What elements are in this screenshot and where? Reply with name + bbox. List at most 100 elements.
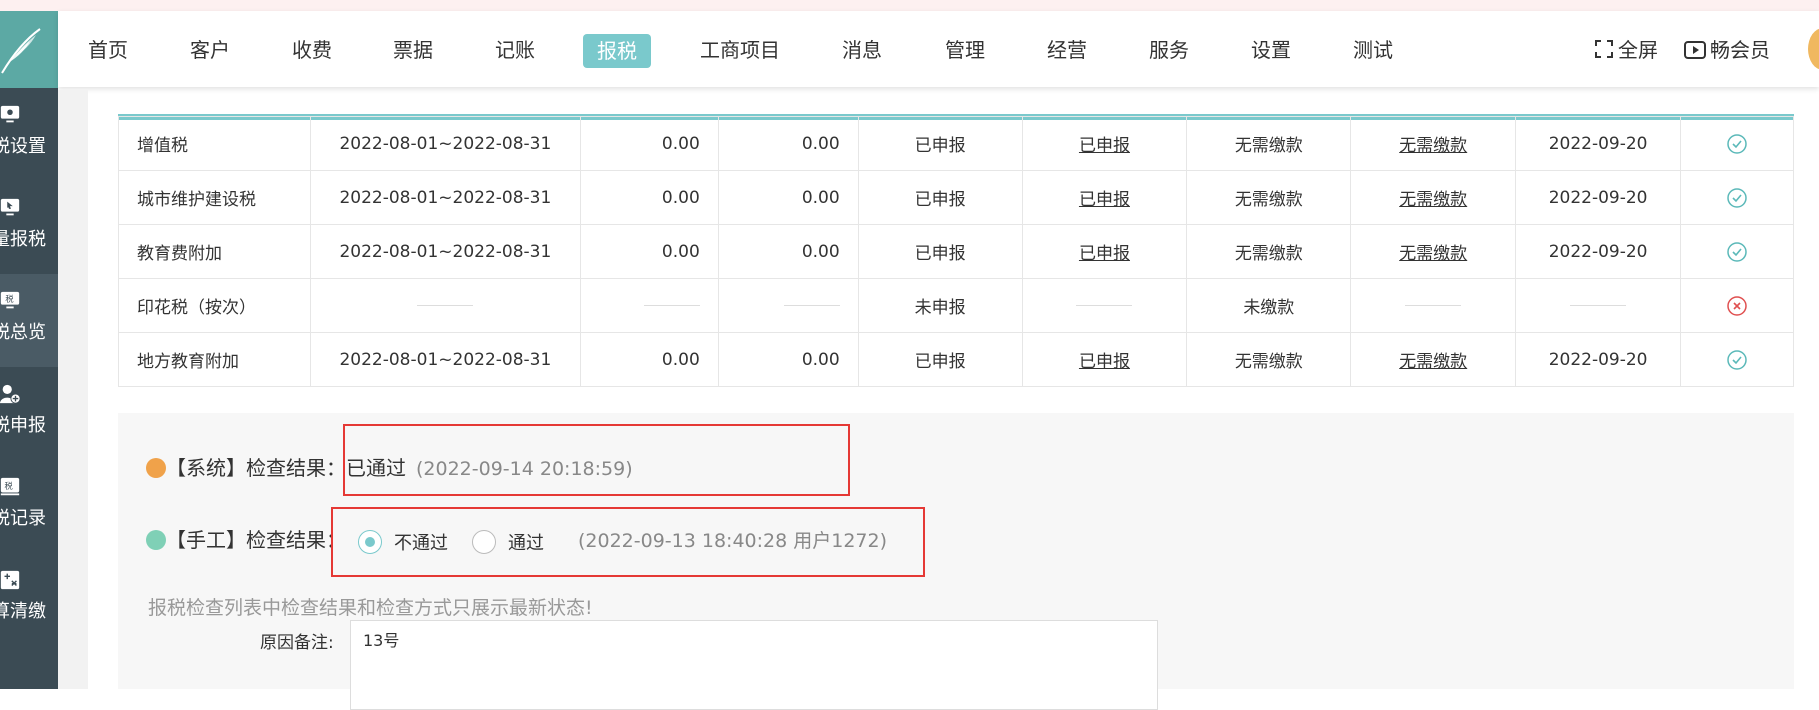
cell-declare_link	[1021, 278, 1188, 333]
declare-text: 已申报	[914, 190, 966, 210]
cell-name: 城市维护建设税	[118, 170, 311, 225]
logo[interactable]	[0, 11, 58, 88]
cell-declare: 已申报	[857, 224, 1023, 279]
nav-item-6[interactable]: 工商项目	[700, 37, 780, 63]
avatar[interactable]	[1808, 28, 1819, 70]
user-add-icon	[0, 384, 21, 404]
period-text: 2022-08-01~2022-08-31	[339, 349, 552, 370]
cell-declare: 已申报	[857, 332, 1023, 387]
cell-period: 2022-08-01~2022-08-31	[309, 170, 581, 225]
cell-period: 2022-08-01~2022-08-31	[309, 224, 581, 279]
sidebar-item-4[interactable]: 税税记录	[0, 460, 58, 553]
sidebar-item-2[interactable]: 税税总览	[0, 274, 58, 367]
highlight-box-system	[343, 424, 850, 496]
pay-text: 无需缴款	[1234, 244, 1303, 264]
top-navigation: 首页 客户 收费 票据 记账 报税 工商项目 消息 管理 经营 服务 设置 测试 全屏 畅会员	[58, 11, 1819, 87]
tax-monitor-icon: 税	[0, 291, 20, 309]
name-text: 城市维护建设税	[137, 190, 256, 210]
empty-dash	[783, 305, 840, 306]
content-left-gutter	[58, 90, 88, 689]
video-play-icon	[1684, 39, 1706, 65]
tax-table: 增值税 2022-08-01~2022-08-31 0.00 0.00 已申报 已申报 无需…	[118, 116, 1794, 387]
pay-text: 无需缴款	[1234, 136, 1303, 156]
pay_link-text[interactable]: 无需缴款	[1399, 190, 1467, 210]
pay-text: 未缴款	[1243, 298, 1295, 318]
pay_link-text[interactable]: 无需缴款	[1399, 136, 1467, 156]
cell-amt2: 0.00	[717, 224, 859, 279]
pay_link-text[interactable]: 无需缴款	[1399, 352, 1467, 372]
cell-date: 2022-09-20	[1515, 116, 1682, 171]
sidebar-item-0[interactable]: 税设置	[0, 88, 58, 181]
gear-monitor-icon	[0, 105, 20, 123]
nav-item-2[interactable]: 收费	[292, 37, 332, 63]
cell-name: 地方教育附加	[118, 332, 311, 387]
table-row: 印花税（按次） 未申报 未缴款	[118, 278, 1794, 333]
cell-pay: 无需缴款	[1186, 170, 1352, 225]
cell-name: 印花税（按次）	[118, 278, 311, 333]
system-check-label: 【系统】检查结果：	[166, 456, 346, 480]
declare_link-text[interactable]: 已申报	[1079, 352, 1130, 372]
member-button[interactable]: 畅会员	[1684, 37, 1770, 65]
svg-text:税: 税	[5, 481, 13, 491]
sidebar-item-label: 算清缴	[0, 601, 46, 622]
nav-item-1[interactable]: 客户	[190, 37, 230, 63]
nav-item-11[interactable]: 设置	[1251, 37, 1291, 63]
empty-dash	[1076, 305, 1133, 306]
date-text: 2022-09-20	[1548, 133, 1648, 154]
declare_link-text[interactable]: 已申报	[1079, 136, 1130, 156]
nav-item-9[interactable]: 经营	[1047, 37, 1087, 63]
nav-item-8[interactable]: 管理	[945, 37, 985, 63]
cell-status	[1680, 332, 1794, 387]
member-label: 畅会员	[1710, 38, 1770, 62]
cell-amt1: 0.00	[579, 170, 719, 225]
cell-pay_link: 无需缴款	[1350, 332, 1517, 387]
sidebar-item-3[interactable]: 税申报	[0, 367, 58, 460]
empty-dash	[417, 305, 474, 306]
sidebar-item-1[interactable]: 量报税	[0, 181, 58, 274]
nav-item-3[interactable]: 票据	[393, 37, 433, 63]
nav-item-0[interactable]: 首页	[88, 37, 128, 63]
sidebar-item-5[interactable]: 算清缴	[0, 553, 58, 646]
nav-item-5[interactable]: 报税	[583, 34, 651, 68]
cell-declare: 已申报	[857, 116, 1023, 171]
pay-text: 无需缴款	[1234, 190, 1303, 210]
table-row: 城市维护建设税 2022-08-01~2022-08-31 0.00 0.00 已申报 已…	[118, 170, 1794, 225]
remark-textarea[interactable]: 13号	[350, 620, 1158, 710]
tax-record-icon: 税	[0, 477, 20, 496]
declare_link-text[interactable]: 已申报	[1079, 244, 1130, 264]
declare_link-text[interactable]: 已申报	[1079, 190, 1130, 210]
nav-item-12[interactable]: 测试	[1353, 37, 1393, 63]
period-text: 2022-08-01~2022-08-31	[339, 241, 552, 262]
sidebar-item-label: 量报税	[0, 229, 46, 250]
sidebar-item-label: 税总览	[0, 322, 46, 343]
cell-date	[1515, 278, 1682, 333]
pay_link-text[interactable]: 无需缴款	[1399, 244, 1467, 264]
cell-amt2	[717, 278, 859, 333]
cell-amt1: 0.00	[579, 332, 719, 387]
sidebar: 税设置 量报税税税总览 税申报税税记录 算清缴	[0, 11, 58, 689]
date-text: 2022-09-20	[1548, 349, 1648, 370]
amt1-text: 0.00	[661, 133, 700, 154]
empty-dash	[643, 305, 700, 306]
cell-pay_link	[1350, 278, 1517, 333]
close-circle-icon	[1727, 295, 1747, 316]
nav-item-7[interactable]: 消息	[842, 37, 882, 63]
cell-pay_link: 无需缴款	[1350, 170, 1517, 225]
name-text: 地方教育附加	[137, 352, 239, 372]
notice-text: 报税检查列表中检查结果和检查方式只展示最新状态!	[148, 597, 593, 619]
date-text: 2022-09-20	[1548, 241, 1648, 262]
cell-pay_link: 无需缴款	[1350, 116, 1517, 171]
declare-text: 已申报	[914, 352, 966, 372]
highlight-box-manual	[331, 507, 925, 577]
calculator-icon	[0, 570, 20, 590]
nav-item-4[interactable]: 记账	[495, 37, 535, 63]
nav-item-10[interactable]: 服务	[1149, 37, 1189, 63]
fullscreen-button[interactable]: 全屏	[1594, 37, 1658, 65]
cell-declare: 已申报	[857, 170, 1023, 225]
amt1-text: 0.00	[661, 241, 700, 262]
declare-text: 未申报	[914, 298, 966, 318]
cursor-monitor-icon	[0, 198, 20, 216]
remark-label: 原因备注:	[260, 633, 334, 653]
cell-pay: 未缴款	[1186, 278, 1352, 333]
cell-name: 教育费附加	[118, 224, 311, 279]
